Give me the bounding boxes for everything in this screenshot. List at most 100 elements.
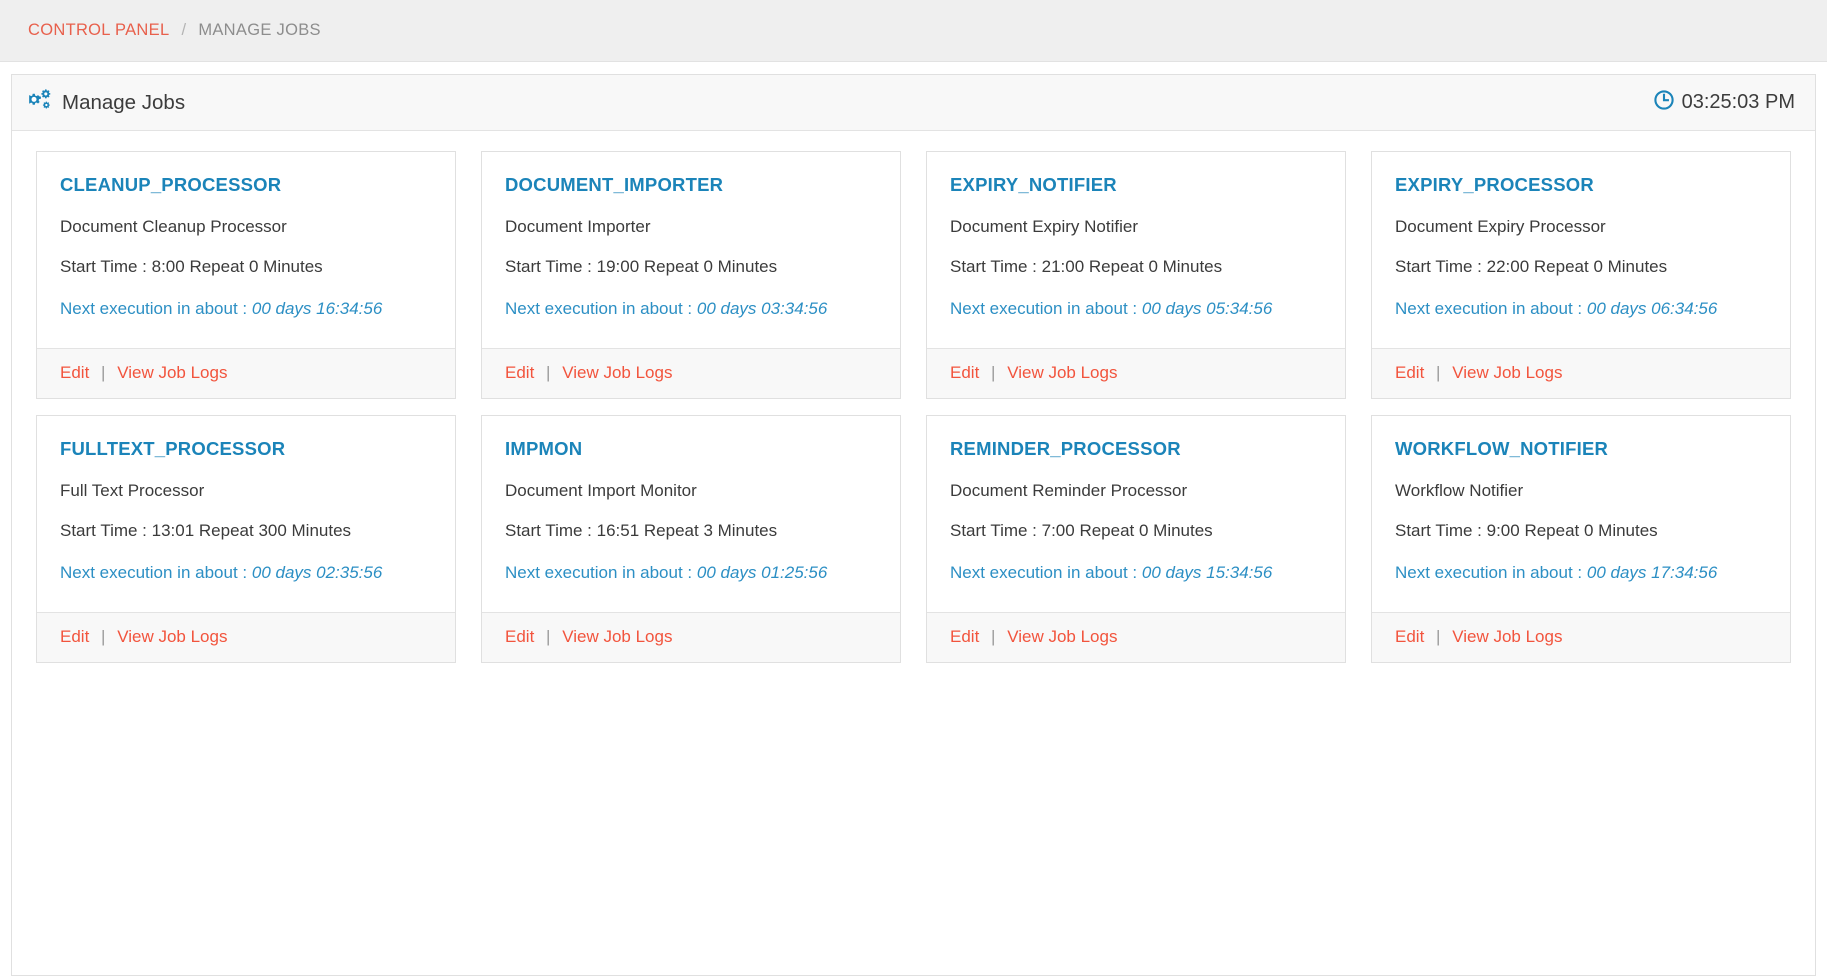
job-next-value: 00 days 01:25:56	[696, 563, 828, 582]
job-next-execution: Next execution in about : 00 days 16:34:…	[60, 297, 432, 322]
job-card-body: FULLTEXT_PROCESSOR Full Text Processor S…	[37, 416, 455, 612]
job-card: FULLTEXT_PROCESSOR Full Text Processor S…	[36, 415, 456, 663]
job-card-body: IMPMON Document Import Monitor Start Tim…	[482, 416, 900, 612]
job-next-label: Next execution in about :	[505, 299, 693, 318]
view-job-logs-link[interactable]: View Job Logs	[1452, 627, 1562, 646]
link-separator: |	[101, 363, 106, 382]
view-job-logs-link[interactable]: View Job Logs	[117, 363, 227, 382]
edit-link[interactable]: Edit	[505, 363, 534, 382]
job-schedule: Start Time : 22:00 Repeat 0 Minutes	[1395, 257, 1668, 276]
job-card-body: REMINDER_PROCESSOR Document Reminder Pro…	[927, 416, 1345, 612]
view-job-logs-link[interactable]: View Job Logs	[562, 363, 672, 382]
job-next-label: Next execution in about :	[60, 299, 248, 318]
job-description: Document Cleanup Processor	[60, 217, 287, 236]
job-description: Full Text Processor	[60, 481, 205, 500]
job-description: Document Reminder Processor	[950, 481, 1188, 500]
job-description: Workflow Notifier	[1395, 481, 1524, 500]
link-separator: |	[991, 627, 996, 646]
job-name: FULLTEXT_PROCESSOR	[60, 438, 286, 459]
job-card: EXPIRY_NOTIFIER Document Expiry Notifier…	[926, 151, 1346, 399]
link-separator: |	[546, 627, 551, 646]
job-next-value: 00 days 02:35:56	[251, 563, 383, 582]
link-separator: |	[546, 363, 551, 382]
job-name: IMPMON	[505, 438, 583, 459]
job-name: EXPIRY_PROCESSOR	[1395, 174, 1594, 195]
job-next-value: 00 days 17:34:56	[1586, 563, 1718, 582]
breadcrumb: CONTROL PANEL / MANAGE JOBS	[0, 0, 1827, 62]
job-next-execution: Next execution in about : 00 days 03:34:…	[505, 297, 877, 322]
link-separator: |	[991, 363, 996, 382]
breadcrumb-link-control-panel[interactable]: CONTROL PANEL	[28, 21, 169, 40]
job-card-footer: Edit | View Job Logs	[1372, 348, 1790, 398]
job-schedule: Start Time : 13:01 Repeat 300 Minutes	[60, 521, 352, 540]
link-separator: |	[1436, 627, 1441, 646]
job-card-footer: Edit | View Job Logs	[1372, 612, 1790, 662]
job-card-footer: Edit | View Job Logs	[927, 612, 1345, 662]
job-name: REMINDER_PROCESSOR	[950, 438, 1181, 459]
job-card-footer: Edit | View Job Logs	[482, 348, 900, 398]
job-next-value: 00 days 05:34:56	[1141, 299, 1273, 318]
job-next-value: 00 days 15:34:56	[1141, 563, 1273, 582]
panel-header: Manage Jobs 03:25:03 PM	[12, 75, 1815, 131]
job-description: Document Importer	[505, 217, 651, 236]
job-description: Document Expiry Processor	[1395, 217, 1606, 236]
view-job-logs-link[interactable]: View Job Logs	[1452, 363, 1562, 382]
job-next-execution: Next execution in about : 00 days 15:34:…	[950, 561, 1322, 586]
job-name: DOCUMENT_IMPORTER	[505, 174, 724, 195]
job-next-value: 00 days 03:34:56	[696, 299, 828, 318]
job-schedule: Start Time : 8:00 Repeat 0 Minutes	[60, 257, 323, 276]
job-description: Document Expiry Notifier	[950, 217, 1139, 236]
clock-icon	[1653, 89, 1674, 116]
jobs-grid: CLEANUP_PROCESSOR Document Cleanup Proce…	[12, 131, 1815, 663]
job-next-execution: Next execution in about : 00 days 05:34:…	[950, 297, 1322, 322]
view-job-logs-link[interactable]: View Job Logs	[117, 627, 227, 646]
job-card-body: EXPIRY_PROCESSOR Document Expiry Process…	[1372, 152, 1790, 348]
job-card-footer: Edit | View Job Logs	[37, 612, 455, 662]
job-next-label: Next execution in about :	[60, 563, 248, 582]
job-card-footer: Edit | View Job Logs	[482, 612, 900, 662]
job-card: IMPMON Document Import Monitor Start Tim…	[481, 415, 901, 663]
job-card-body: DOCUMENT_IMPORTER Document Importer Star…	[482, 152, 900, 348]
edit-link[interactable]: Edit	[60, 363, 89, 382]
job-schedule: Start Time : 9:00 Repeat 0 Minutes	[1395, 521, 1658, 540]
job-card-body: CLEANUP_PROCESSOR Document Cleanup Proce…	[37, 152, 455, 348]
job-next-label: Next execution in about :	[1395, 299, 1583, 318]
job-next-value: 00 days 16:34:56	[251, 299, 383, 318]
view-job-logs-link[interactable]: View Job Logs	[562, 627, 672, 646]
job-next-execution: Next execution in about : 00 days 06:34:…	[1395, 297, 1767, 322]
edit-link[interactable]: Edit	[1395, 363, 1424, 382]
clock-time: 03:25:03 PM	[1681, 91, 1795, 113]
job-card: WORKFLOW_NOTIFIER Workflow Notifier Star…	[1371, 415, 1791, 663]
edit-link[interactable]: Edit	[950, 627, 979, 646]
job-next-value: 00 days 06:34:56	[1586, 299, 1718, 318]
page-title-text: Manage Jobs	[62, 90, 186, 114]
job-next-execution: Next execution in about : 00 days 17:34:…	[1395, 561, 1767, 586]
job-schedule: Start Time : 7:00 Repeat 0 Minutes	[950, 521, 1213, 540]
job-next-label: Next execution in about :	[950, 563, 1138, 582]
job-next-label: Next execution in about :	[1395, 563, 1583, 582]
job-card: REMINDER_PROCESSOR Document Reminder Pro…	[926, 415, 1346, 663]
job-next-label: Next execution in about :	[505, 563, 693, 582]
job-name: EXPIRY_NOTIFIER	[950, 174, 1117, 195]
job-description: Document Import Monitor	[505, 481, 697, 500]
job-card: DOCUMENT_IMPORTER Document Importer Star…	[481, 151, 901, 399]
edit-link[interactable]: Edit	[60, 627, 89, 646]
edit-link[interactable]: Edit	[1395, 627, 1424, 646]
job-name: WORKFLOW_NOTIFIER	[1395, 438, 1609, 459]
edit-link[interactable]: Edit	[950, 363, 979, 382]
view-job-logs-link[interactable]: View Job Logs	[1007, 627, 1117, 646]
link-separator: |	[1436, 363, 1441, 382]
server-clock: 03:25:03 PM	[1653, 89, 1795, 116]
edit-link[interactable]: Edit	[505, 627, 534, 646]
job-card-body: EXPIRY_NOTIFIER Document Expiry Notifier…	[927, 152, 1345, 348]
job-card-footer: Edit | View Job Logs	[37, 348, 455, 398]
cogs-icon	[29, 88, 53, 117]
view-job-logs-link[interactable]: View Job Logs	[1007, 363, 1117, 382]
job-name: CLEANUP_PROCESSOR	[60, 174, 282, 195]
breadcrumb-separator: /	[181, 21, 187, 39]
manage-jobs-panel: Manage Jobs 03:25:03 PM CLEANUP_PROCESSO…	[11, 74, 1816, 976]
page-title: Manage Jobs	[29, 88, 186, 117]
job-next-execution: Next execution in about : 00 days 02:35:…	[60, 561, 432, 586]
job-card-footer: Edit | View Job Logs	[927, 348, 1345, 398]
job-next-label: Next execution in about :	[950, 299, 1138, 318]
